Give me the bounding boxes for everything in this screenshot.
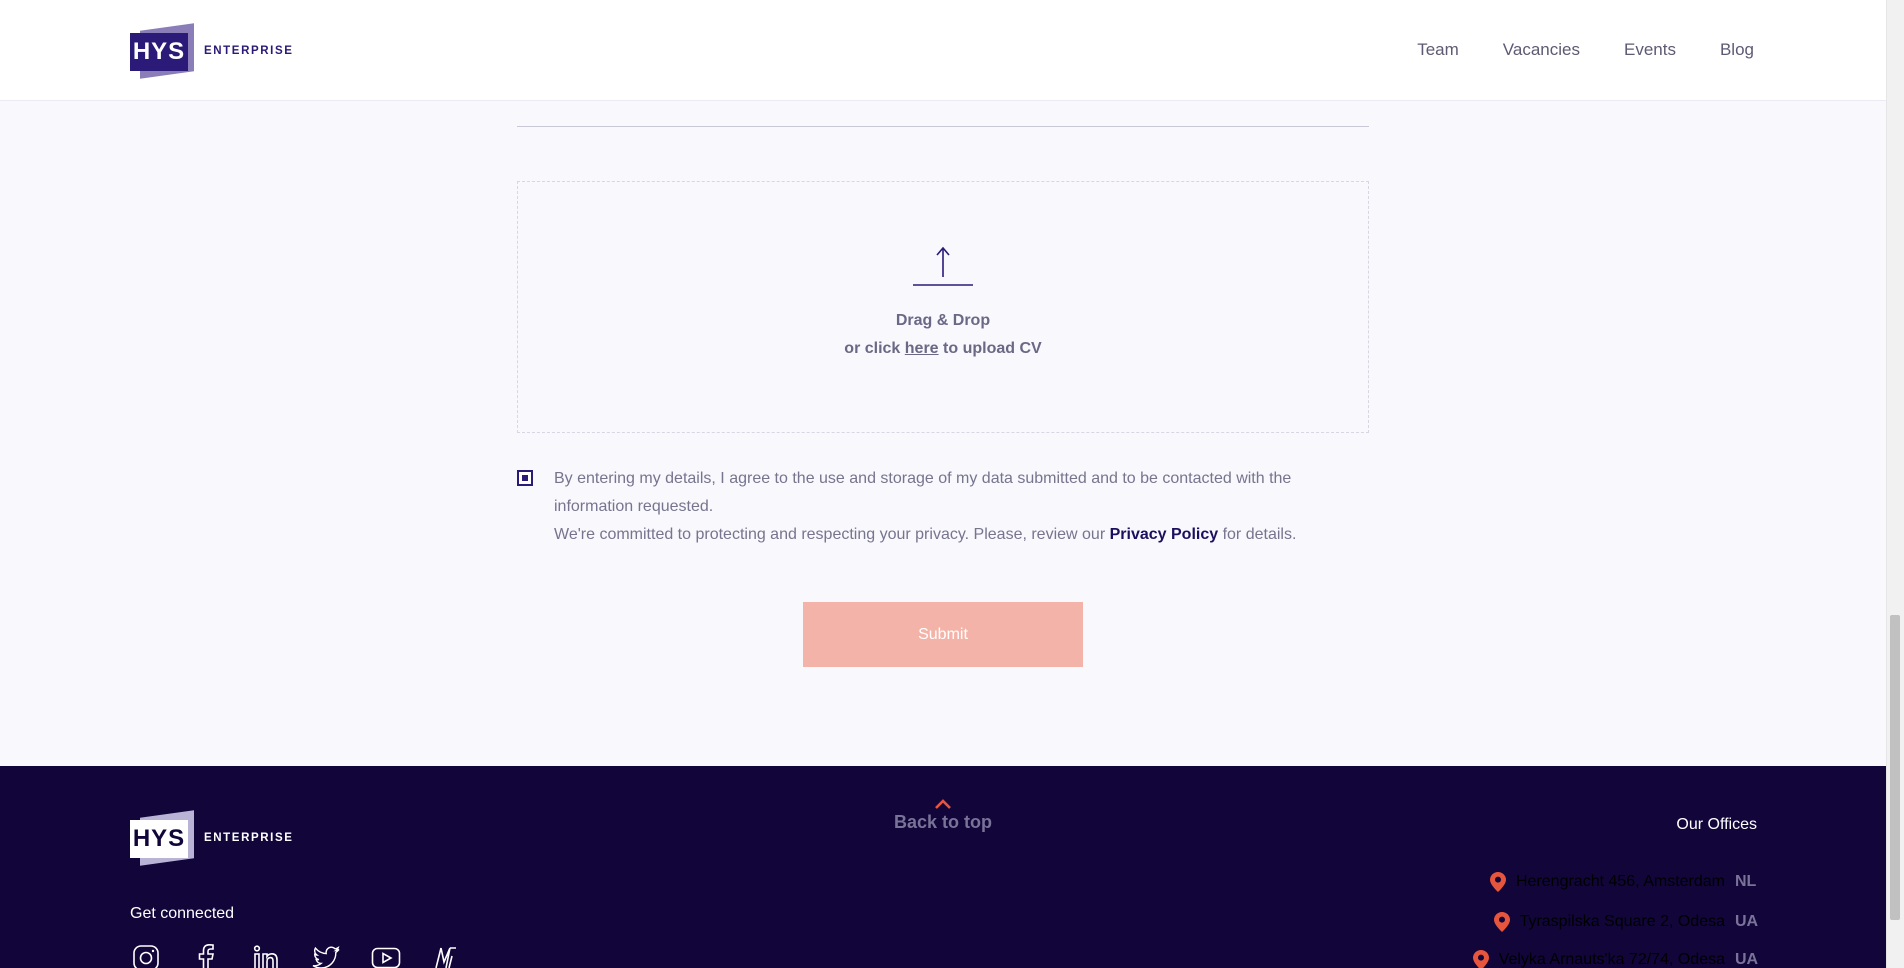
map-pin-icon — [1472, 950, 1489, 968]
nav-item-blog[interactable]: Blog — [1720, 40, 1754, 60]
office-item[interactable]: Herengracht 456, Amsterdam NL — [1490, 872, 1757, 892]
nav-item-vacancies[interactable]: Vacancies — [1503, 40, 1580, 60]
cv-dropzone[interactable]: Drag & Drop or click here to upload CV — [517, 181, 1369, 433]
office-country: UA — [1735, 913, 1759, 930]
field-underline — [517, 126, 1369, 127]
upload-here-link[interactable]: here — [905, 340, 939, 357]
chevron-up-icon — [935, 799, 951, 809]
consent-checkbox[interactable] — [517, 470, 533, 486]
site-footer: HYS ENTERPRISE Get connected Back to top… — [0, 766, 1887, 968]
office-country: UA — [1735, 951, 1759, 968]
submit-button[interactable]: Submit — [803, 602, 1083, 667]
twitter-icon[interactable] — [310, 942, 342, 968]
office-item[interactable]: Tyraspilska Square 2, Odesa UA — [1493, 912, 1759, 932]
offices: Our Offices — [1676, 816, 1757, 834]
consent-text: By entering my details, I agree to the u… — [554, 465, 1374, 549]
nav-item-team[interactable]: Team — [1417, 40, 1459, 60]
consent-line-1: By entering my details, I agree to the u… — [554, 470, 1292, 515]
consent-line-2-prefix: We're committed to protecting and respec… — [554, 526, 1106, 543]
office-address: Herengracht 456, Amsterdam — [1516, 873, 1725, 890]
back-to-top[interactable]: Back to top — [880, 798, 1006, 833]
offices-title: Our Offices — [1676, 816, 1757, 833]
logo-text: HYS — [130, 33, 188, 71]
get-connected-label: Get connected — [130, 905, 235, 922]
page-scrollbar[interactable] — [1886, 0, 1904, 968]
map-pin-icon — [1493, 912, 1510, 932]
footer-logo-subtext: ENTERPRISE — [204, 832, 294, 844]
page: HYS ENTERPRISE Team Vacancies Events Blo… — [0, 0, 1887, 968]
back-to-top-label: Back to top — [893, 812, 992, 832]
dropzone-title: Drag & Drop — [895, 312, 991, 329]
footer-logo[interactable]: HYS ENTERPRISE — [130, 810, 294, 866]
checkbox-checked-mark — [522, 475, 528, 481]
footer-logo-text: HYS — [130, 820, 188, 858]
logo-mark: HYS — [130, 23, 194, 79]
office-address: Velyka Arnauts'ka 72/74, Odesa — [1498, 951, 1725, 968]
privacy-policy-link[interactable]: Privacy Policy — [1110, 526, 1219, 543]
office-country: NL — [1735, 873, 1757, 890]
instagram-icon[interactable] — [130, 942, 162, 968]
facebook-icon[interactable] — [190, 942, 222, 968]
consent-line-2: We're committed to protecting and respec… — [554, 521, 1374, 549]
logo-subtext: ENTERPRISE — [204, 45, 294, 57]
youtube-icon[interactable] — [370, 942, 402, 968]
dropzone-sub-prefix: or click — [844, 340, 901, 357]
scrollbar-thumb[interactable] — [1890, 615, 1900, 920]
consent-line-2-suffix: for details. — [1222, 526, 1297, 543]
medium-icon[interactable] — [430, 942, 462, 968]
site-header: HYS ENTERPRISE Team Vacancies Events Blo… — [0, 0, 1887, 101]
main-nav: Team Vacancies Events Blog — [1417, 40, 1754, 60]
social-links — [130, 942, 462, 968]
footer-logo-mark: HYS — [130, 810, 194, 866]
nav-item-events[interactable]: Events — [1624, 40, 1676, 60]
dropzone-sub-suffix: to upload CV — [943, 340, 1042, 357]
linkedin-icon[interactable] — [250, 942, 282, 968]
office-item[interactable]: Velyka Arnauts'ka 72/74, Odesa UA — [1472, 950, 1759, 968]
dropzone-subtitle: or click here to upload CV — [518, 340, 1368, 358]
header-logo[interactable]: HYS ENTERPRISE — [130, 23, 294, 79]
upload-arrow-icon — [913, 246, 973, 286]
map-pin-icon — [1490, 872, 1506, 892]
office-address: Tyraspilska Square 2, Odesa — [1519, 913, 1725, 930]
